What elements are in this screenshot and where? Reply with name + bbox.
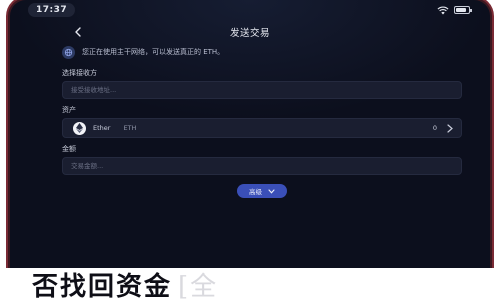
- advanced-button[interactable]: 高级: [237, 184, 287, 198]
- back-button[interactable]: [70, 24, 86, 40]
- chevron-right-icon: [447, 123, 453, 133]
- battery-level: [456, 8, 467, 12]
- nav-bar: 发送交易: [10, 22, 490, 42]
- phone-frame: 17:37 发送交易 您正在使用主干网络，可以发送真正的 ETH。 选择接收方 …: [10, 0, 490, 288]
- banner-text: 否找回资金: [32, 271, 173, 300]
- asset-info: Ether ETH: [73, 121, 137, 135]
- advanced-wrap: 高级: [62, 184, 462, 198]
- recipient-input[interactable]: [71, 86, 371, 94]
- asset-balance-area: 0: [432, 123, 453, 133]
- asset-symbol: ETH: [123, 124, 137, 132]
- recipient-field[interactable]: [62, 81, 462, 99]
- amount-input[interactable]: [71, 162, 371, 170]
- bottom-banner: 否找回资金 [全: [0, 268, 500, 300]
- globe-icon: [62, 45, 75, 59]
- battery-icon: [454, 6, 472, 14]
- wifi-icon: [437, 5, 449, 14]
- page-title: 发送交易: [229, 28, 270, 39]
- status-time: 17:37: [28, 3, 76, 17]
- notice-text: 您正在使用主干网络，可以发送真正的 ETH。: [82, 48, 225, 56]
- asset-label: 资产: [62, 106, 76, 114]
- stage: 17:37 发送交易 您正在使用主干网络，可以发送真正的 ETH。 选择接收方 …: [0, 0, 500, 300]
- advanced-label: 高级: [249, 188, 262, 196]
- banner-faded-text: [全: [178, 271, 219, 300]
- status-icons: [437, 5, 472, 15]
- amount-field[interactable]: [62, 157, 462, 175]
- status-bar: 17:37: [10, 0, 490, 20]
- asset-selector[interactable]: Ether ETH 0: [62, 118, 462, 138]
- chevron-left-icon: [75, 27, 81, 37]
- network-notice: 您正在使用主干网络，可以发送真正的 ETH。: [62, 44, 462, 60]
- send-form: 您正在使用主干网络，可以发送真正的 ETH。 选择接收方 资产 Ether ET…: [62, 44, 462, 198]
- chevron-down-icon: [268, 188, 275, 194]
- ethereum-icon: [73, 121, 86, 135]
- asset-balance: 0: [432, 124, 437, 132]
- asset-name: Ether: [93, 124, 111, 132]
- recipient-label: 选择接收方: [62, 69, 97, 77]
- amount-label: 金额: [62, 145, 76, 153]
